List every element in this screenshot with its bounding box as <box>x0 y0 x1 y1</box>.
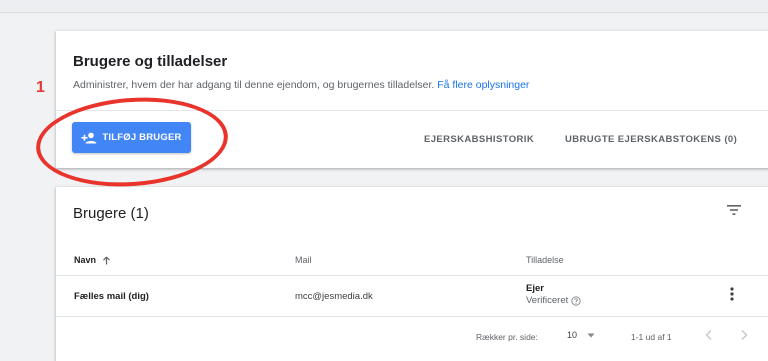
user-name: Fælles mail (dig) <box>74 291 149 302</box>
learn-more-link[interactable]: Få flere oplysninger <box>437 79 529 91</box>
add-user-button[interactable]: TILFØJ BRUGER <box>72 122 191 153</box>
top-bar <box>0 0 768 13</box>
filter-icon[interactable] <box>726 204 742 216</box>
annotation-number: 1 <box>36 79 45 96</box>
user-role: Ejer <box>526 283 544 294</box>
permissions-description-text: Administrer, hvem der har adgang til den… <box>73 79 435 91</box>
more-options-icon[interactable] <box>728 287 736 301</box>
users-card: Brugere (1) Navn Mail Tilladelse Fælles … <box>56 187 768 361</box>
row-divider <box>56 316 768 317</box>
rows-per-page-value: 10 <box>567 330 578 340</box>
rows-per-page-label: Rækker pr. side: <box>476 332 538 342</box>
permissions-title: Brugere og tilladelser <box>73 53 228 70</box>
ownership-history-link[interactable]: EJERSKABSHISTORIK <box>424 134 534 145</box>
user-status-label: Verificeret <box>526 295 569 306</box>
column-header-name-label: Navn <box>74 255 97 265</box>
sort-arrow-up-icon <box>103 256 110 264</box>
unused-ownership-tokens-link[interactable]: UBRUGTE EJERSKABSTOKENS (0) <box>565 134 737 145</box>
user-status: Verificeret <box>526 295 581 306</box>
user-mail: mcc@jesmedia.dk <box>295 291 373 302</box>
help-icon[interactable] <box>571 295 581 306</box>
rows-per-page-select[interactable]: 10 <box>567 330 595 340</box>
chevron-right-icon[interactable] <box>739 329 749 341</box>
chevron-left-icon[interactable] <box>704 329 714 341</box>
add-user-label: TILFØJ BRUGER <box>102 132 182 143</box>
permissions-card: Brugere og tilladelser Administrer, hvem… <box>56 31 768 168</box>
card-divider <box>56 110 768 111</box>
column-header-name[interactable]: Navn <box>74 255 111 265</box>
permissions-description: Administrer, hvem der har adgang til den… <box>73 79 529 91</box>
users-title: Brugere (1) <box>73 205 149 222</box>
column-header-permission: Tilladelse <box>526 255 564 265</box>
dropdown-arrow-icon <box>587 333 595 337</box>
header-divider <box>56 275 768 276</box>
add-person-icon <box>81 132 97 143</box>
pagination-range: 1-1 ud af 1 <box>631 332 672 342</box>
column-header-mail: Mail <box>295 255 312 265</box>
